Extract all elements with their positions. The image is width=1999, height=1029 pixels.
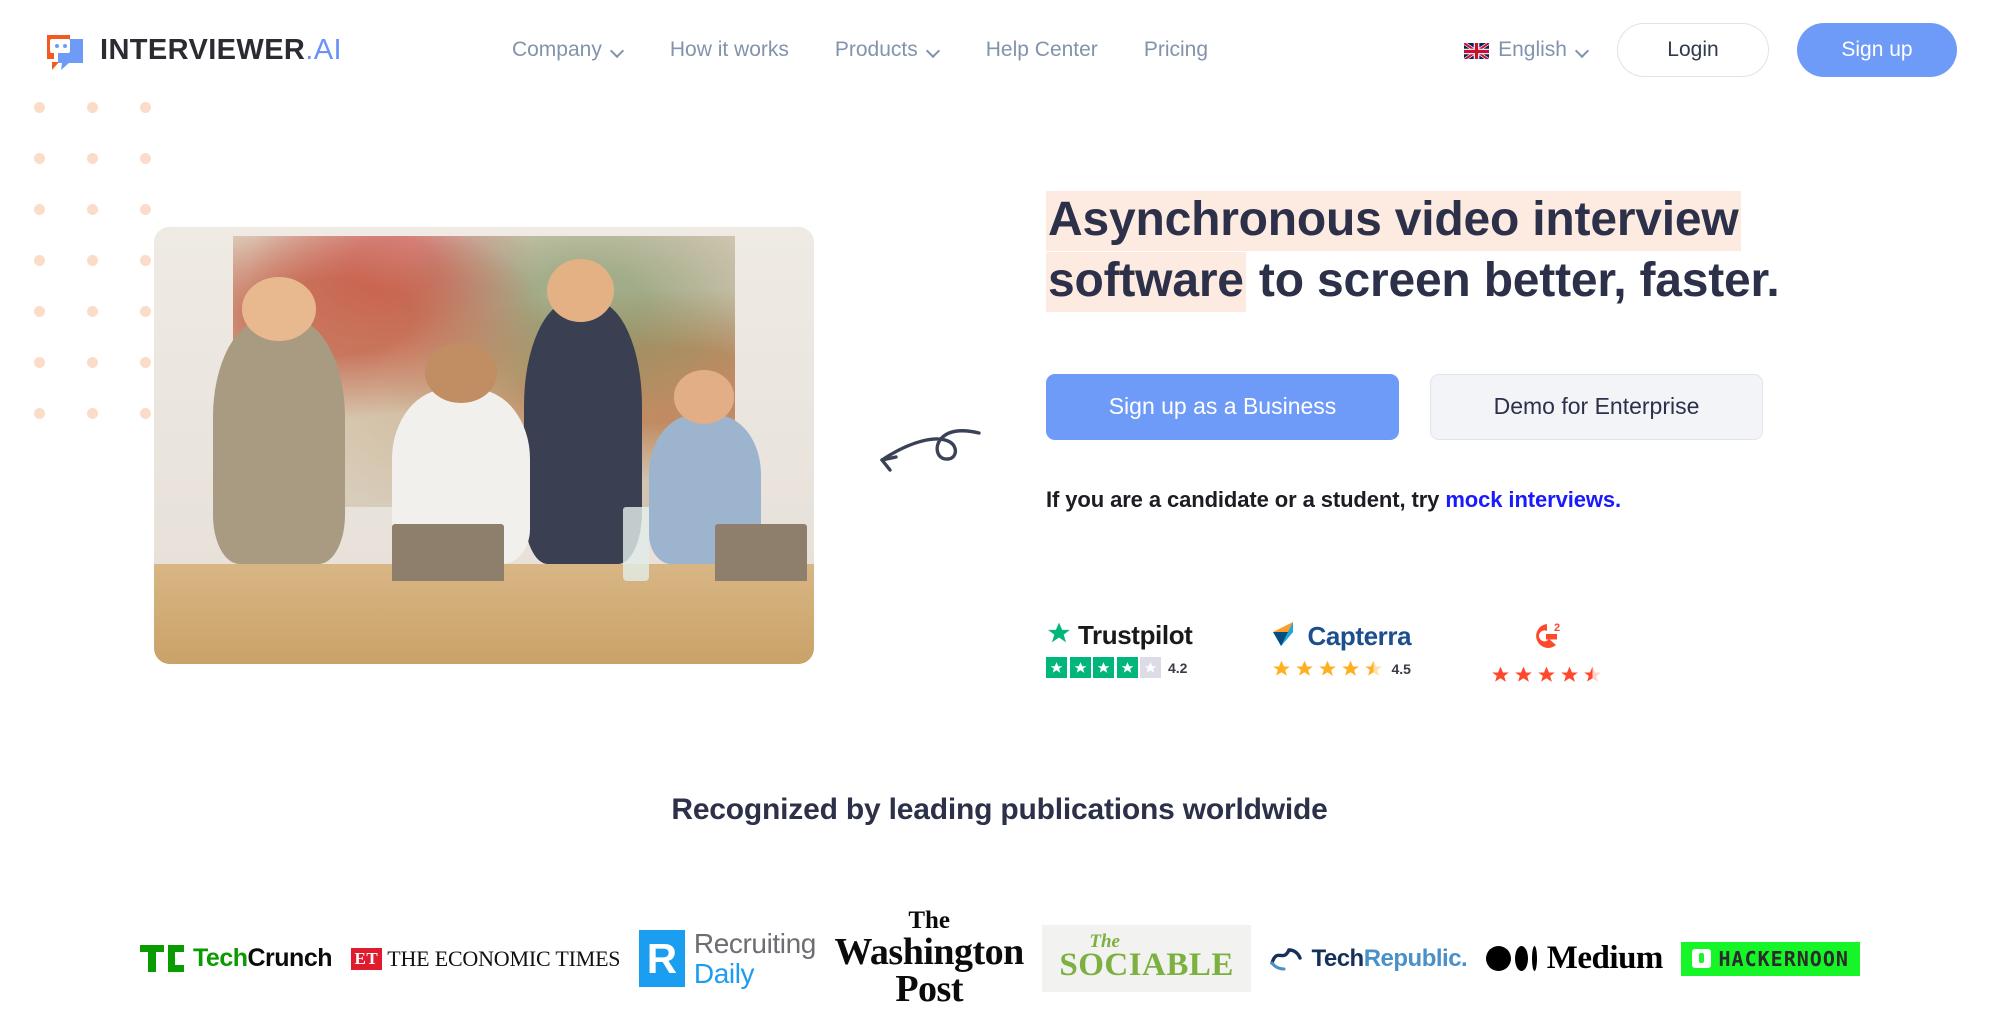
logo-the-sociable[interactable]: The SOCIABLE [1042,924,1251,993]
header-actions: English Login Sign up [1464,23,1957,77]
economic-times-text: THE ECONOMIC TIMES [387,945,621,971]
main-navigation: Company How it works Products Help Cente… [512,38,1208,62]
techcrunch-mark-icon [140,945,184,972]
publications-logos: TechCrunch ET THE ECONOMIC TIMES R Recru… [140,888,1860,1029]
signup-button[interactable]: Sign up [1797,23,1957,77]
chevron-down-icon [1576,46,1589,54]
logo-washington-post[interactable]: The Washington Post [834,907,1025,1010]
wapo-line3: Post [895,967,963,1010]
capterra-logo-icon [1271,620,1301,653]
techcrunch-part2: Crunch [247,944,333,972]
logo-suffix: .AI [305,33,342,66]
signup-as-business-button[interactable]: Sign up as a Business [1046,373,1399,440]
recruiting-daily-r: R [646,934,678,982]
medium-mark-icon [1485,946,1537,971]
nav-label: Help Center [985,38,1098,61]
trustpilot-star-icon [1046,621,1072,651]
logo-medium[interactable]: Medium [1485,940,1664,977]
candidate-note: If you are a candidate or a student, try… [1046,487,1876,513]
hackernoon-text: HACKERNOON [1718,946,1849,971]
login-button[interactable]: Login [1617,23,1769,77]
logo-techcrunch[interactable]: TechCrunch [140,944,332,973]
g2-stars [1490,665,1603,685]
capterra-stars [1271,659,1384,679]
hero-image [154,227,814,664]
publications-title: Recognized by leading publications world… [671,793,1328,826]
nav-item-products[interactable]: Products [835,38,940,62]
trustpilot-stars [1046,657,1161,678]
hand-drawn-curved-arrow-icon [866,414,982,476]
logo[interactable]: INTERVIEWER.AI [44,29,342,71]
nav-item-how-it-works[interactable]: How it works [670,38,789,62]
recruiting-daily-mark-icon: R [638,930,685,987]
techrepublic-part1: Tech [1311,944,1364,972]
language-label: English [1498,38,1567,61]
sociable-main: SOCIABLE [1059,946,1234,983]
g2-logo-icon: 2 [1525,620,1569,659]
capterra-label: Capterra [1307,621,1412,651]
logo-hackernoon[interactable]: HACKERNOON [1681,941,1860,976]
nav-label: How it works [669,38,789,61]
techrepublic-mark-icon [1269,941,1303,976]
site-header: INTERVIEWER.AI Company How it works Prod… [0,0,1999,100]
svg-text:2: 2 [1554,622,1560,634]
page-title: Asynchronous video interview software to… [1046,190,1876,312]
recruiting-daily-line2: Daily [693,957,755,989]
nav-item-help-center[interactable]: Help Center [986,38,1098,62]
mock-interviews-link[interactable]: mock interviews. [1445,487,1621,512]
logo-techrepublic[interactable]: TechRepublic. [1269,941,1468,976]
wapo-line2: Washington [834,930,1025,973]
chevron-down-icon [927,46,940,54]
et-badge-icon: ET [350,947,383,970]
medium-text: Medium [1546,940,1664,976]
wapo-line1: The [908,907,950,935]
nav-label: Company [511,38,602,61]
team-photo [154,227,814,664]
techcrunch-part1: Tech [193,944,248,972]
chat-bubble-logo-icon [44,29,86,71]
nav-item-company[interactable]: Company [512,38,624,62]
candidate-text: If you are a candidate or a student, try [1046,486,1446,512]
headline-rest: to screen better, faster. [1245,253,1780,307]
uk-flag-icon [1464,41,1490,59]
trustpilot-rating: 4.2 [1168,659,1188,676]
chevron-down-icon [611,46,624,54]
capterra-rating: 4.5 [1391,661,1411,677]
hero-content: Asynchronous video interview software to… [1046,190,1876,513]
cta-row: Sign up as a Business Demo for Enterpris… [1046,373,1876,440]
demo-for-enterprise-button[interactable]: Demo for Enterprise [1430,373,1763,440]
g2-badge[interactable]: 2 [1490,620,1603,685]
hackernoon-mark-icon [1692,949,1712,968]
language-selector[interactable]: English [1464,38,1589,62]
nav-label: Pricing [1143,38,1209,61]
capterra-badge[interactable]: Capterra 4.5 [1271,620,1412,679]
logo-name: INTERVIEWER [100,33,306,66]
review-badges: Trustpilot 4.2 Capterra 4.5 2 [1046,620,1603,685]
trustpilot-badge[interactable]: Trustpilot 4.2 [1046,620,1193,678]
logo-recruiting-daily[interactable]: R Recruiting Daily [638,927,816,989]
recruiting-daily-line1: Recruiting [693,927,816,959]
trustpilot-label: Trustpilot [1078,620,1193,650]
logo-economic-times[interactable]: ET THE ECONOMIC TIMES [350,945,621,972]
nav-item-pricing[interactable]: Pricing [1144,38,1208,62]
techrepublic-part2: Republic. [1363,944,1468,972]
logo-text: INTERVIEWER.AI [100,34,342,67]
nav-label: Products [834,38,918,61]
